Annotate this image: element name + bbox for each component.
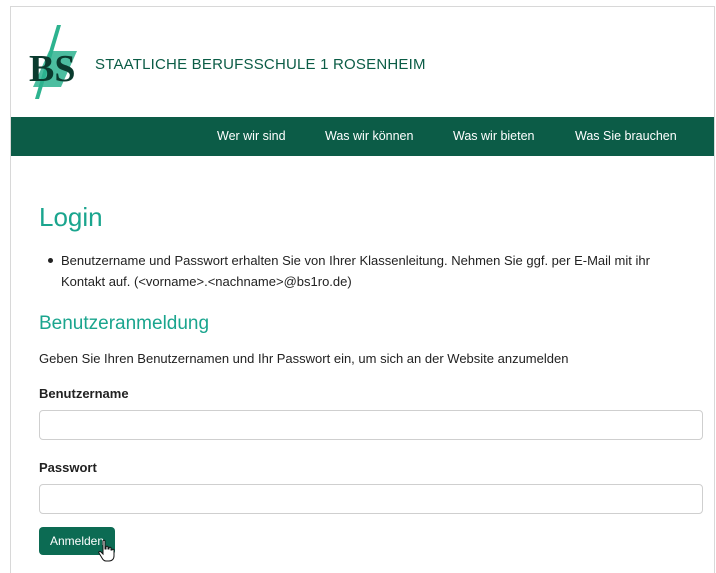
main-navigation: Wer wir sind Was wir können Was wir biet…	[11, 117, 714, 156]
nav-item-was-wir-bieten[interactable]: Was wir bieten	[453, 129, 535, 143]
hand-pointer-icon	[98, 539, 115, 562]
username-input[interactable]	[39, 410, 703, 440]
username-label: Benutzername	[39, 386, 129, 401]
school-logo[interactable]: BS	[27, 25, 83, 99]
password-label: Passwort	[39, 460, 97, 475]
school-name[interactable]: STAATLICHE BERUFSSCHULE 1 ROSENHEIM	[95, 56, 426, 73]
section-title: Benutzeranmeldung	[39, 313, 210, 334]
nav-item-was-sie-brauchen[interactable]: Was Sie brauchen	[575, 129, 677, 143]
site-header: BS STAATLICHE BERUFSSCHULE 1 ROSENHEIM	[11, 7, 714, 117]
password-input[interactable]	[39, 484, 703, 514]
login-notes: Benutzername und Passwort erhalten Sie v…	[39, 250, 689, 292]
login-intro-text: Geben Sie Ihren Benutzernamen und Ihr Pa…	[39, 351, 569, 366]
browser-page: BS STAATLICHE BERUFSSCHULE 1 ROSENHEIM W…	[10, 6, 715, 573]
login-note: Benutzername und Passwort erhalten Sie v…	[39, 250, 689, 292]
nav-item-was-wir-koennen[interactable]: Was wir können	[325, 129, 413, 143]
logo-text: BS	[29, 48, 75, 90]
page-title: Login	[39, 202, 103, 232]
nav-item-wer-wir-sind[interactable]: Wer wir sind	[217, 129, 286, 143]
